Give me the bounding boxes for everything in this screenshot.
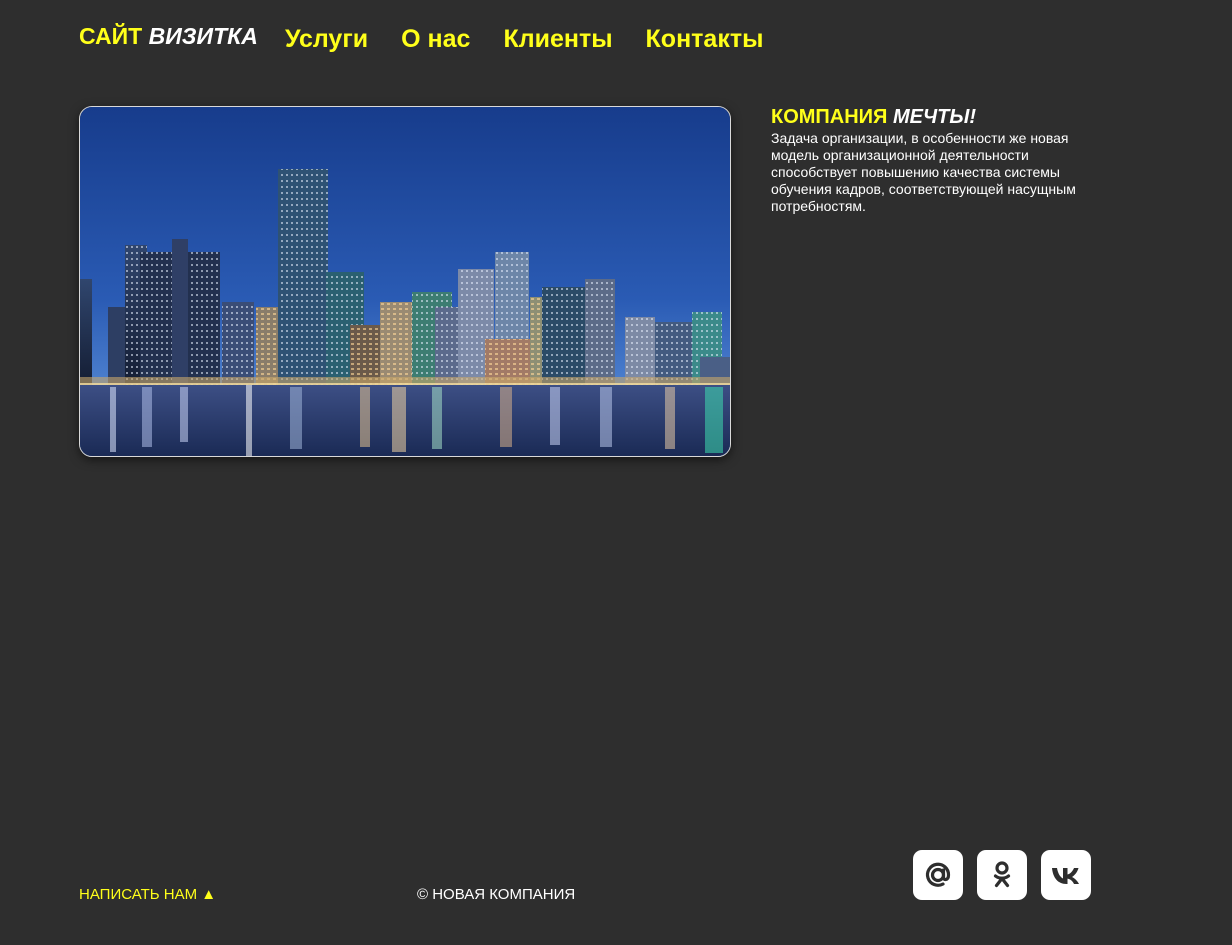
about-section: КОМПАНИЯ МЕЧТЫ! Задача организации, в ос… [771, 106, 1116, 215]
about-title-part-1: КОМПАНИЯ [771, 106, 888, 128]
vk-button[interactable] [1041, 850, 1091, 900]
logo-part-1: САЙТ [79, 23, 143, 49]
odnoklassniki-icon [993, 861, 1011, 888]
vk-icon [1052, 868, 1079, 884]
city-skyline-image [80, 107, 730, 456]
logo-part-2: ВИЗИТКА [148, 23, 258, 49]
nav-item-clients[interactable]: Клиенты [503, 24, 612, 54]
about-title: КОМПАНИЯ МЕЧТЫ! [771, 106, 1116, 128]
email-button[interactable] [913, 850, 963, 900]
nav-item-contacts[interactable]: Контакты [646, 24, 764, 54]
at-sign-icon [925, 862, 951, 887]
copyright-text: © НОВАЯ КОМПАНИЯ [417, 886, 576, 903]
hero-image [79, 106, 731, 457]
write-us-link[interactable]: НАПИСАТЬ НАМ ▲ [79, 886, 216, 904]
about-title-part-2: МЕЧТЫ! [893, 106, 977, 128]
main-nav: Услуги О нас Клиенты Контакты [285, 24, 796, 54]
about-text: Задача организации, в особенности же нов… [771, 130, 1076, 214]
nav-item-about[interactable]: О нас [401, 24, 470, 54]
nav-item-services[interactable]: Услуги [285, 24, 368, 54]
social-links [913, 850, 1091, 900]
page: САЙТ ВИЗИТКА Услуги О нас Клиенты Контак… [0, 0, 1232, 945]
odnoklassniki-button[interactable] [977, 850, 1027, 900]
site-logo[interactable]: САЙТ ВИЗИТКА [79, 22, 258, 50]
